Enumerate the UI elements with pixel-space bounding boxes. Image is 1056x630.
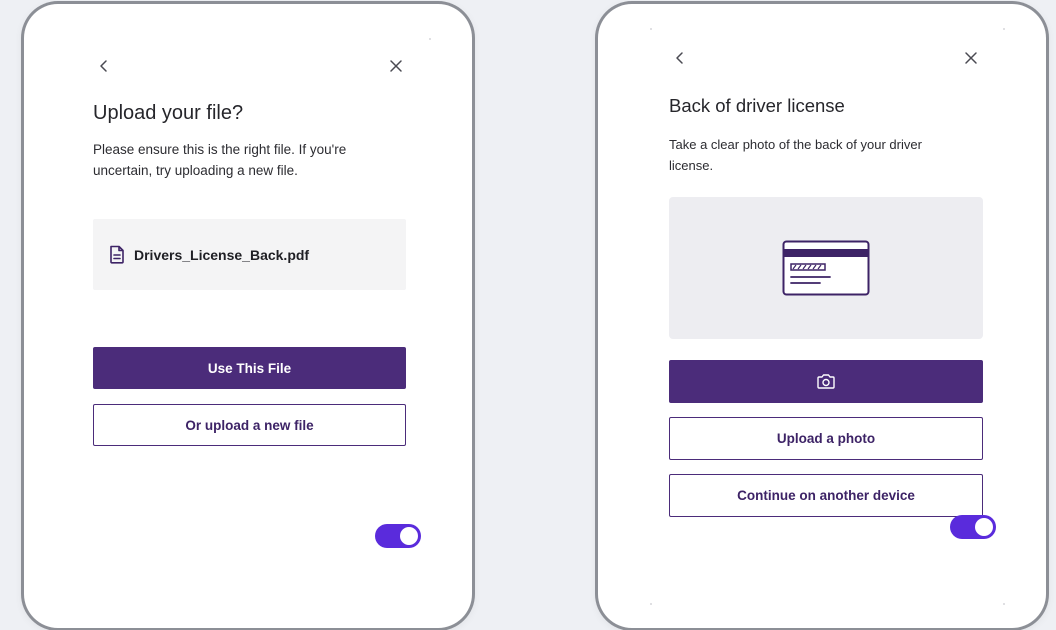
use-this-file-button[interactable]: Use This File [93, 347, 406, 389]
upload-confirm-card: Upload your file? Please ensure this is … [24, 4, 472, 628]
toggle-knob [400, 527, 418, 545]
corner-dot [1003, 28, 1005, 30]
toggle-knob [975, 518, 993, 536]
toggle-switch[interactable] [950, 515, 996, 539]
page-description: Please ensure this is the right file. If… [93, 142, 347, 178]
selected-file-box: Drivers_License_Back.pdf [93, 219, 406, 290]
document-icon [109, 245, 125, 264]
back-of-license-card: Back of driver license Take a clear phot… [598, 4, 1046, 628]
id-card-icon [782, 240, 870, 296]
toggle-switch[interactable] [375, 524, 421, 548]
file-name: Drivers_License_Back.pdf [134, 246, 310, 263]
corner-dot [650, 28, 652, 30]
take-photo-button[interactable] [669, 360, 983, 403]
page-title: Upload your file? [93, 102, 244, 124]
camera-icon [816, 373, 836, 390]
corner-dot [429, 38, 431, 40]
close-icon[interactable] [961, 48, 981, 68]
upload-photo-button[interactable]: Upload a photo [669, 417, 983, 460]
upload-new-file-button[interactable]: Or upload a new file [93, 404, 406, 446]
page-title: Back of driver license [669, 95, 845, 116]
back-chevron-icon[interactable] [94, 56, 114, 76]
license-preview-area [669, 197, 983, 339]
corner-dot [1003, 603, 1005, 605]
back-chevron-icon[interactable] [670, 48, 690, 68]
corner-dot [650, 603, 652, 605]
continue-another-device-button[interactable]: Continue on another device [669, 474, 983, 517]
page-description: Take a clear photo of the back of your d… [669, 137, 922, 173]
close-icon[interactable] [386, 56, 406, 76]
